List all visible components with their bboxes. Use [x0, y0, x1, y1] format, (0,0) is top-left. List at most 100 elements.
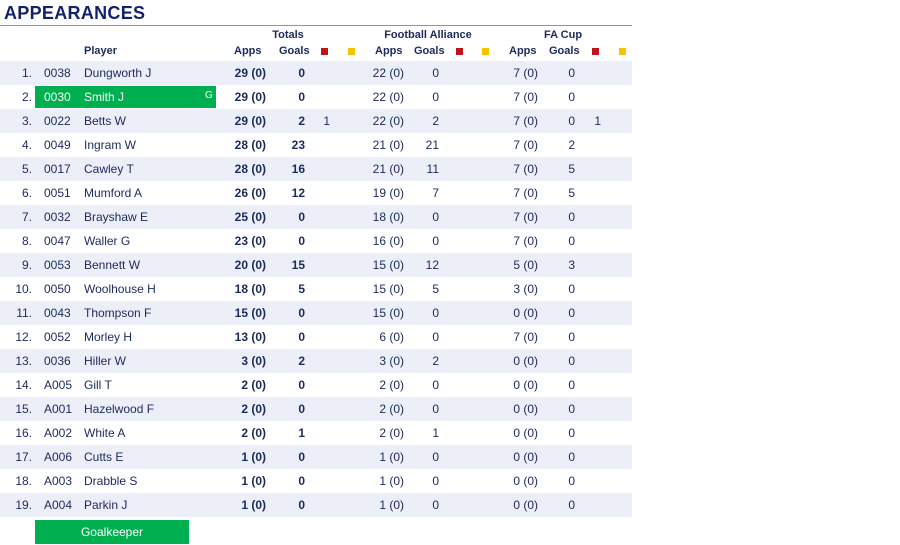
total-apps: 2 (0)	[241, 378, 266, 392]
league-goals: 0	[432, 330, 439, 344]
cup-apps: 7 (0)	[513, 138, 538, 152]
cup-goals: 0	[568, 450, 575, 464]
goalkeeper-legend: Goalkeeper	[35, 520, 189, 544]
yellow-card-icon	[619, 48, 626, 55]
player-code: A003	[44, 474, 73, 488]
row-rank: 19.	[15, 498, 32, 512]
table-row: 8. 0047 Waller G 23 (0) 0 16 (0) 0 7 (0) 0	[0, 229, 632, 253]
league-goals: 0	[432, 450, 439, 464]
row-rank: 16.	[15, 426, 32, 440]
player-name: Thompson F	[84, 306, 152, 320]
red-card-icon	[321, 48, 328, 55]
cup-apps: 0 (0)	[513, 498, 538, 512]
total-goals: 0	[298, 450, 305, 464]
cup-red-cards: 1	[594, 114, 601, 128]
row-rank: 3.	[21, 114, 32, 128]
cup-goals: 2	[568, 138, 575, 152]
total-apps: 2 (0)	[241, 426, 266, 440]
table-row: 15. A001 Hazelwood F 2 (0) 0 2 (0) 0 0 (0) 0	[0, 397, 632, 421]
league-goals: 0	[432, 66, 439, 80]
cup-apps: 7 (0)	[513, 114, 538, 128]
league-goals: 0	[432, 498, 439, 512]
total-apps: 26 (0)	[234, 186, 266, 200]
total-goals: 0	[298, 378, 305, 392]
cup-goals: 0	[568, 114, 575, 128]
cup-apps: 0 (0)	[513, 378, 538, 392]
row-rank: 6.	[21, 186, 32, 200]
cup-goals: 0	[568, 426, 575, 440]
player-name: Bennett W	[84, 258, 141, 272]
league-apps: 22 (0)	[372, 66, 404, 80]
total-goals: 0	[298, 66, 305, 80]
total-goals: 0	[298, 306, 305, 320]
league-apps: 2 (0)	[379, 402, 404, 416]
group-header-league: Football Alliance	[384, 29, 472, 41]
table-row: 16. A002 White A 2 (0) 1 2 (0) 1 0 (0) 0	[0, 421, 632, 445]
cup-apps: 5 (0)	[513, 258, 538, 272]
total-apps: 25 (0)	[234, 210, 266, 224]
table-row: 19. A004 Parkin J 1 (0) 0 1 (0) 0 0 (0) 0	[0, 493, 632, 517]
cup-apps: 7 (0)	[513, 234, 538, 248]
total-goals: 15	[291, 258, 305, 272]
row-rank: 13.	[15, 354, 32, 368]
player-code: A006	[44, 450, 73, 464]
yellow-card-icon	[348, 48, 355, 55]
total-goals: 2	[298, 354, 305, 368]
col-header-league-goals: Goals	[414, 45, 445, 57]
league-goals: 0	[432, 402, 439, 416]
league-apps: 21 (0)	[372, 138, 404, 152]
player-code: 0043	[44, 306, 71, 320]
cup-goals: 5	[568, 162, 575, 176]
group-header-cup: FA Cup	[543, 29, 583, 41]
league-goals: 0	[432, 306, 439, 320]
player-name: Cutts E	[84, 450, 124, 464]
league-apps: 1 (0)	[379, 450, 404, 464]
total-goals: 0	[298, 210, 305, 224]
group-header-totals: Totals	[272, 29, 304, 41]
col-header-cup-goals: Goals	[549, 45, 580, 57]
cup-apps: 3 (0)	[513, 282, 538, 296]
table-row: G 2. 0030 Smith J 29 (0) 0 22 (0) 0 7 (0) 0	[0, 85, 632, 109]
player-code: A004	[44, 498, 73, 512]
cup-goals: 0	[568, 402, 575, 416]
row-rank: 15.	[15, 402, 32, 416]
yellow-card-icon	[482, 48, 489, 55]
cup-apps: 7 (0)	[513, 90, 538, 104]
player-code: 0030	[44, 90, 71, 104]
league-apps: 19 (0)	[372, 186, 404, 200]
total-apps: 20 (0)	[234, 258, 266, 272]
cup-apps: 7 (0)	[513, 210, 538, 224]
cup-apps: 7 (0)	[513, 66, 538, 80]
table-row: 18. A003 Drabble S 1 (0) 0 1 (0) 0 0 (0) 0	[0, 469, 632, 493]
row-rank: 2.	[21, 90, 32, 104]
page-title: APPEARANCES	[4, 3, 146, 23]
league-goals: 12	[425, 258, 439, 272]
player-name: Brayshaw E	[84, 210, 149, 224]
league-goals: 0	[432, 474, 439, 488]
total-goals: 12	[291, 186, 305, 200]
player-name: Ingram W	[84, 138, 137, 152]
row-rank: 1.	[21, 66, 32, 80]
cup-goals: 5	[568, 186, 575, 200]
player-code: 0017	[44, 162, 71, 176]
league-goals: 0	[432, 378, 439, 392]
col-header-league-apps: Apps	[375, 45, 403, 57]
total-apps: 2 (0)	[241, 402, 266, 416]
player-name: Drabble S	[84, 474, 138, 488]
red-card-icon	[592, 48, 599, 55]
league-apps: 6 (0)	[379, 330, 404, 344]
league-apps: 2 (0)	[379, 426, 404, 440]
player-name: Hiller W	[84, 354, 126, 368]
league-apps: 2 (0)	[379, 378, 404, 392]
league-goals: 2	[432, 114, 439, 128]
league-goals: 0	[432, 210, 439, 224]
cup-goals: 0	[568, 330, 575, 344]
cup-goals: 0	[568, 498, 575, 512]
total-apps: 29 (0)	[234, 114, 266, 128]
player-code: 0052	[44, 330, 71, 344]
cup-goals: 0	[568, 234, 575, 248]
total-goals: 0	[298, 474, 305, 488]
cup-apps: 0 (0)	[513, 306, 538, 320]
player-code: 0038	[44, 66, 71, 80]
player-name: Hazelwood F	[84, 402, 155, 416]
